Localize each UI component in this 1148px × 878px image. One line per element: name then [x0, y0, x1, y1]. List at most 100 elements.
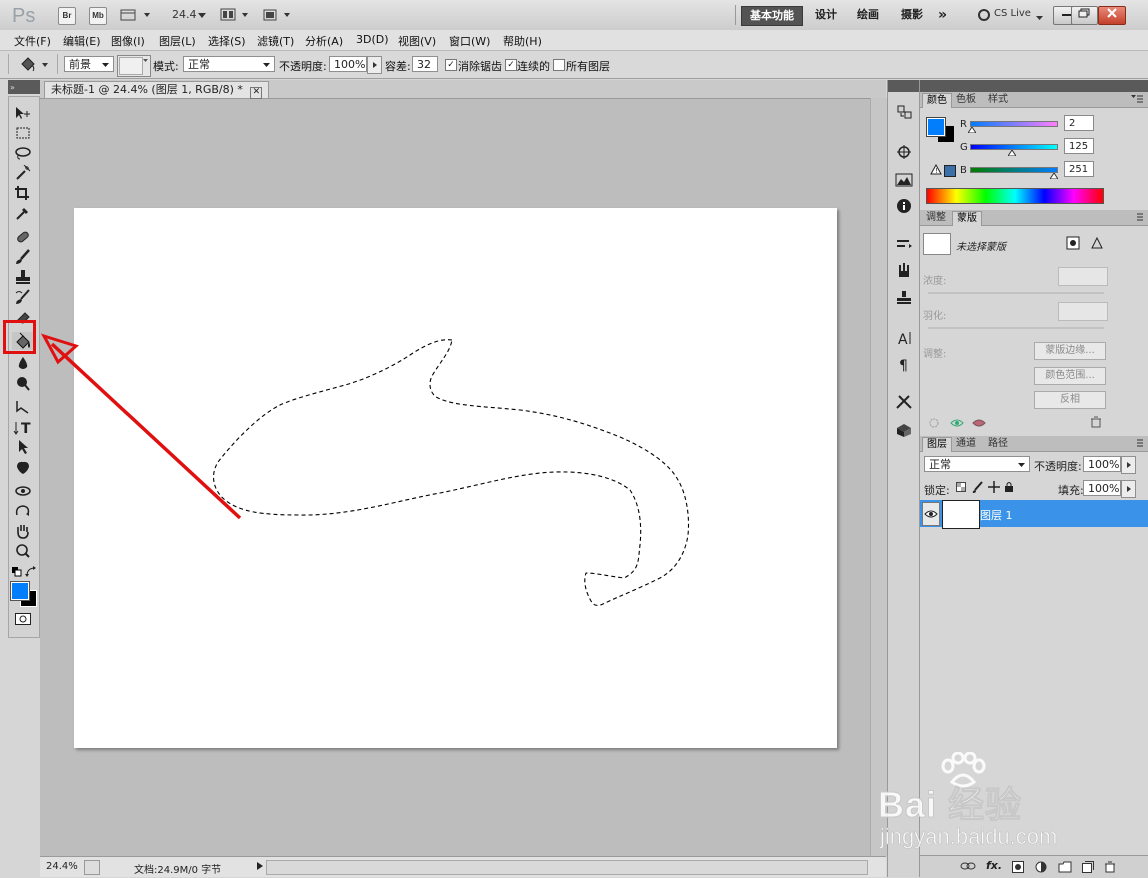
hand-tool-icon[interactable]: [12, 523, 34, 541]
fill-input[interactable]: 100%: [1083, 480, 1121, 496]
foreground-color-swatch[interactable]: [10, 581, 30, 601]
pattern-picker[interactable]: [117, 55, 151, 77]
menu-3d[interactable]: 3D(D): [356, 33, 389, 46]
workspace-design[interactable]: 设计: [807, 6, 845, 24]
blue-value-input[interactable]: 251: [1064, 161, 1094, 177]
menu-filter[interactable]: 滤镜(T): [257, 33, 294, 49]
move-tool-icon[interactable]: [12, 105, 34, 123]
dodge-tool-icon[interactable]: [12, 375, 34, 393]
tab-paths[interactable]: 路径: [984, 437, 1012, 451]
status-zoom[interactable]: 24.4%: [46, 861, 78, 872]
workspace-photography[interactable]: 摄影: [893, 6, 931, 24]
tab-layers[interactable]: 图层: [922, 437, 952, 452]
panel-menu-icon[interactable]: [1131, 94, 1143, 107]
crop-tool-icon[interactable]: [12, 185, 34, 203]
green-value-input[interactable]: 125: [1064, 138, 1094, 154]
lock-transparent-icon[interactable]: [956, 482, 966, 495]
view-extras-dropdown[interactable]: [120, 8, 152, 22]
path-selection-tool-icon[interactable]: [12, 439, 34, 457]
opacity-slider-button[interactable]: [367, 56, 382, 74]
clone-stamp-tool-icon[interactable]: [12, 269, 34, 287]
link-layers-icon[interactable]: [960, 861, 976, 874]
lasso-tool-icon[interactable]: [12, 145, 34, 163]
blue-slider-thumb-icon[interactable]: [1050, 173, 1058, 179]
blue-slider[interactable]: [970, 167, 1058, 173]
pen-tool-icon[interactable]: [12, 399, 34, 417]
restore-button[interactable]: [1071, 6, 1098, 25]
history-brush-tool-icon[interactable]: [12, 289, 34, 307]
zoom-level[interactable]: 24.4: [172, 8, 197, 21]
quick-mask-icon[interactable]: [15, 613, 31, 628]
menu-select[interactable]: 选择(S): [208, 33, 246, 49]
3d-rotate-tool-icon[interactable]: [12, 483, 34, 501]
lock-pixels-icon[interactable]: [972, 481, 984, 496]
all-layers-checkbox[interactable]: [553, 59, 565, 71]
red-value-input[interactable]: 2: [1064, 115, 1094, 131]
menu-file[interactable]: 文件(F): [14, 33, 51, 49]
color-spectrum-bar[interactable]: [926, 188, 1104, 204]
screen-mode-dropdown[interactable]: [262, 8, 294, 22]
opacity-input[interactable]: 100%: [329, 56, 367, 72]
fill-source-select[interactable]: 前景: [64, 56, 114, 72]
tab-color[interactable]: 颜色: [922, 93, 952, 108]
zoom-tool-icon[interactable]: [12, 543, 34, 561]
menu-analysis[interactable]: 分析(A): [305, 33, 343, 49]
magic-wand-tool-icon[interactable]: [12, 164, 34, 183]
menu-layer[interactable]: 图层(L): [159, 33, 196, 49]
workspace-painting[interactable]: 绘画: [849, 6, 887, 24]
new-layer-icon[interactable]: [1082, 861, 1094, 876]
tool-preset-picker[interactable]: [18, 55, 50, 73]
horizontal-scrollbar[interactable]: [266, 860, 868, 875]
document-tab[interactable]: 未标题-1 @ 24.4% (图层 1, RGB/8) * ✕: [44, 81, 270, 99]
vector-mask-icon[interactable]: [1090, 236, 1104, 253]
delete-layer-icon[interactable]: [1104, 861, 1116, 876]
history-panel-icon[interactable]: [894, 104, 914, 122]
menu-image[interactable]: 图像(I): [111, 33, 145, 49]
layer-opacity-slider-button[interactable]: [1121, 456, 1136, 474]
color-range-button[interactable]: 颜色范围...: [1034, 367, 1106, 385]
out-of-gamut-warning-icon[interactable]: !: [930, 164, 942, 175]
lock-position-icon[interactable]: [988, 481, 1000, 496]
toolbar-header[interactable]: »: [8, 80, 40, 94]
more-workspaces-button[interactable]: »: [930, 6, 955, 24]
clone-source-panel-icon[interactable]: [894, 290, 914, 308]
blend-mode-select[interactable]: 正常: [183, 56, 275, 72]
close-tab-icon[interactable]: ✕: [250, 87, 263, 99]
mini-bridge-button[interactable]: Mb: [89, 7, 107, 25]
3d-orbit-tool-icon[interactable]: [12, 503, 34, 521]
dock-header[interactable]: [888, 80, 920, 92]
tab-adjustments[interactable]: 调整: [922, 211, 950, 225]
panel-menu-icon[interactable]: [1131, 438, 1143, 451]
layer-row[interactable]: 图层 1: [920, 500, 1148, 529]
histogram-panel-icon[interactable]: [894, 172, 914, 190]
panels-header[interactable]: [920, 80, 1148, 92]
menu-view[interactable]: 视图(V): [398, 33, 436, 49]
swap-colors-icon[interactable]: [25, 566, 37, 581]
navigator-panel-icon[interactable]: [894, 144, 914, 162]
new-group-icon[interactable]: [1058, 861, 1072, 876]
cs-live-dropdown-icon[interactable]: [1036, 11, 1043, 24]
arrange-documents-dropdown[interactable]: [220, 8, 252, 22]
red-slider-thumb-icon[interactable]: [968, 127, 976, 133]
menu-edit[interactable]: 编辑(E): [63, 33, 101, 49]
color-fg-swatch[interactable]: [926, 117, 946, 137]
delete-mask-icon[interactable]: [1090, 416, 1102, 431]
tab-swatches[interactable]: 色板: [952, 93, 980, 107]
3d-panel-icon[interactable]: [894, 422, 914, 440]
antialias-checkbox[interactable]: ✓: [445, 59, 457, 71]
status-settings-icon[interactable]: [84, 860, 100, 875]
brush-presets-panel-icon[interactable]: [894, 236, 914, 254]
bridge-button[interactable]: Br: [58, 7, 76, 25]
adjustment-layer-icon[interactable]: [1035, 861, 1047, 876]
panel-menu-icon[interactable]: [1131, 212, 1143, 225]
brushes-panel-icon[interactable]: [894, 262, 914, 280]
cs-live-menu[interactable]: CS Live: [994, 8, 1031, 19]
contiguous-checkbox[interactable]: ✓: [505, 59, 517, 71]
layer-blend-mode-select[interactable]: 正常: [924, 456, 1030, 472]
layer-visibility-toggle[interactable]: [922, 502, 940, 526]
tab-channels[interactable]: 通道: [952, 437, 980, 451]
mask-edge-button[interactable]: 蒙版边缘...: [1034, 342, 1106, 360]
custom-shape-tool-icon[interactable]: [12, 459, 34, 477]
healing-brush-tool-icon[interactable]: [12, 229, 34, 247]
type-tool-icon[interactable]: T: [12, 419, 34, 437]
